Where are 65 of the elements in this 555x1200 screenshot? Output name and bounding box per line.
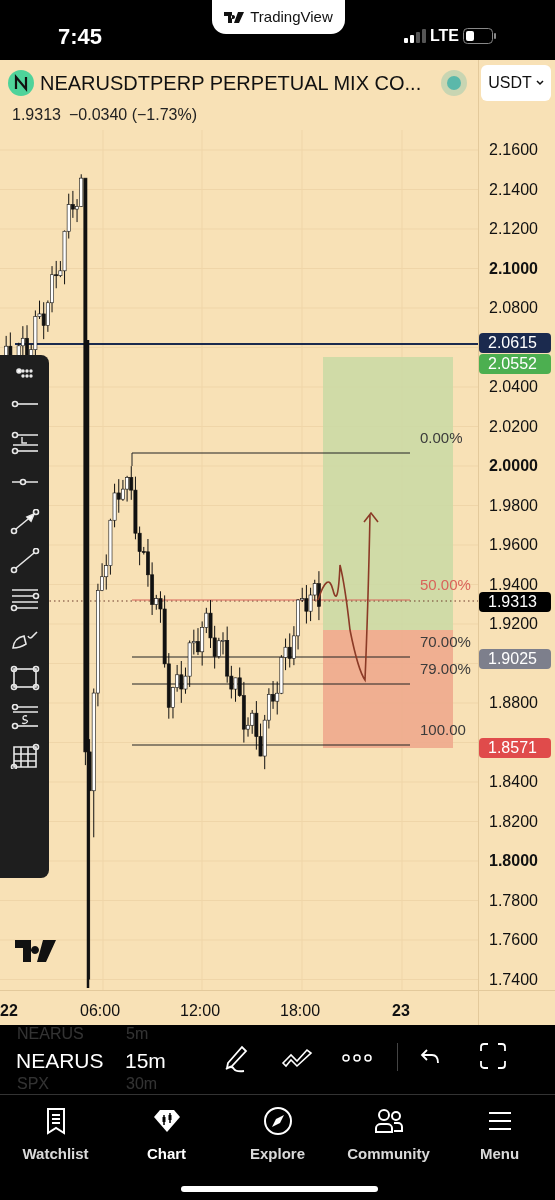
tab-bar-item[interactable]: Community: [338, 1105, 439, 1166]
price-axis-label: 2.1000: [489, 260, 538, 277]
price-axis-label: 2.1200: [489, 221, 538, 237]
last-price: 1.9313: [12, 105, 61, 125]
fullscreen-icon[interactable]: [480, 1043, 506, 1069]
price-axis-label: 1.8400: [489, 774, 538, 790]
price-tag: 2.0552: [479, 354, 551, 374]
time-axis-label: 06:00: [80, 1001, 121, 1021]
parallel-channel-icon[interactable]: [9, 587, 40, 613]
tab-bar-item[interactable]: Chart: [116, 1105, 217, 1166]
symbol-title[interactable]: NEARUSDTPERP PERPETUAL MIX CO...: [40, 68, 422, 98]
trend-line-icon[interactable]: [9, 548, 40, 574]
long-position-icon[interactable]: [9, 431, 40, 457]
arrow-icon[interactable]: [9, 509, 40, 535]
fibonacci-level-label: 50.00%: [420, 577, 471, 592]
price-tag: 2.0615: [479, 333, 551, 353]
compass-icon: [261, 1105, 294, 1137]
fibonacci-level-label: 70.00%: [420, 634, 471, 649]
more-icon[interactable]: [342, 1053, 372, 1063]
short-position-icon[interactable]: [9, 704, 40, 730]
interval-picker[interactable]: 15m: [125, 1045, 166, 1077]
price-tag: 1.9313: [479, 592, 551, 612]
price-axis-label: 1.7600: [489, 932, 538, 948]
price-axis-label: 2.0400: [489, 379, 538, 395]
battery-icon: [463, 28, 497, 44]
fibonacci-level-label: 100.00: [420, 722, 466, 737]
symbol-picker[interactable]: NEARUS: [16, 1045, 104, 1077]
app-pill: TradingView: [212, 0, 345, 34]
price-tag: 1.9025: [479, 649, 551, 669]
price-axis-label: 2.0800: [489, 300, 538, 316]
time-axis-label: 12:00: [180, 1001, 221, 1021]
time-axis-label: 18:00: [280, 1001, 321, 1021]
tab-bar-item[interactable]: Watchlist: [5, 1105, 106, 1166]
tab-bar-item[interactable]: Explore: [227, 1105, 328, 1166]
price-axis-label: 1.8200: [489, 813, 538, 830]
logo-icon: [224, 11, 247, 23]
signal-icon: [403, 29, 426, 43]
price-axis-label: 1.9200: [489, 616, 538, 632]
price-axis-label: 2.0000: [489, 458, 538, 474]
price-change: −0.0340 (−1.73%): [68, 105, 198, 125]
tab-bar-item[interactable]: Menu: [449, 1105, 550, 1166]
network-label: LTE: [429, 26, 459, 46]
price-axis-label: 1.9800: [489, 497, 538, 514]
time-axis-label: 22: [0, 1001, 18, 1021]
price-tag: 1.8571: [479, 738, 551, 758]
fibonacci-level-label: 79.00%: [420, 661, 471, 676]
price-axis-label: 1.7800: [489, 892, 538, 909]
price-axis-label: 2.0200: [489, 418, 538, 435]
watermark-logo-icon: [15, 940, 57, 962]
market-status-icon: [441, 70, 467, 96]
coin-logo-icon: [8, 70, 34, 96]
price-axis-label: 1.8000: [489, 853, 538, 869]
rectangle-icon[interactable]: [9, 665, 40, 691]
currency-dropdown[interactable]: USDT: [481, 65, 551, 101]
price-axis-label: 2.1400: [489, 181, 538, 198]
fibonacci-level-label: 0.00%: [420, 430, 463, 445]
price-axis-label: 1.9400: [489, 576, 538, 593]
grid-icon[interactable]: [9, 743, 40, 769]
status-time: 7:45: [58, 22, 103, 51]
price-axis-label: 2.1600: [489, 142, 538, 158]
caret-icon: [535, 80, 544, 86]
price-axis-label: 1.7400: [489, 971, 538, 988]
price-axis-label: 1.8800: [489, 695, 538, 711]
price-axis-label: 1.9600: [489, 537, 538, 553]
time-axis-label: 23: [392, 1001, 410, 1021]
